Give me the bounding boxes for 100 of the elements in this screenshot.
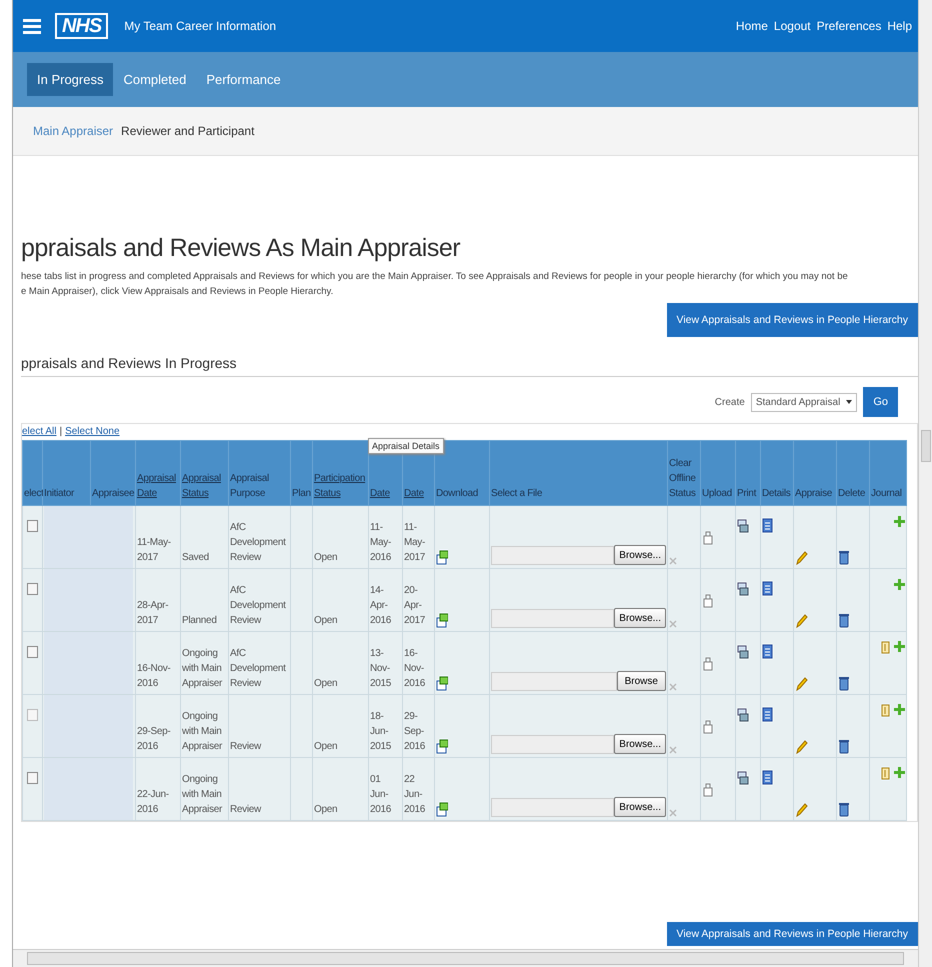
column-header: Journal — [869, 440, 906, 506]
table-cell: Review — [230, 804, 261, 815]
clipboard-icon[interactable] — [880, 767, 891, 780]
tab[interactable]: Performance — [196, 63, 291, 96]
table-cell: AfC Development Review — [230, 585, 286, 626]
browse-button[interactable]: Browse... — [614, 608, 666, 628]
file-field[interactable] — [490, 672, 617, 691]
tab[interactable]: Completed — [113, 63, 196, 96]
table-cell: 22-Jun-2016 — [136, 789, 169, 815]
column-header: Clear Offline Status — [667, 440, 700, 506]
table-cell: 11-May-2017 — [136, 537, 171, 563]
tooltip: Appraisal Details — [368, 438, 444, 454]
table-cell: Open — [314, 741, 338, 752]
checkbox[interactable] — [26, 582, 38, 594]
hierarchy-button[interactable]: View Appraisals and Reviews in People Hierarchy — [666, 922, 918, 946]
column-header[interactable]: Participation Status — [312, 440, 368, 506]
logo: NHS — [54, 13, 108, 39]
column-header: Appraisee — [90, 440, 136, 506]
select-link[interactable]: Select None — [65, 426, 120, 437]
table-cell: Open — [314, 552, 338, 563]
table-cell: Planned — [182, 615, 217, 626]
column-header: Appraise — [793, 440, 836, 506]
column-header: Print — [735, 440, 760, 506]
table-cell: 18-Jun-2015 — [370, 711, 392, 752]
trash-icon[interactable] — [838, 802, 850, 817]
list-icon[interactable] — [762, 518, 773, 533]
table-cell: Open — [314, 804, 338, 815]
trash-icon[interactable] — [838, 676, 850, 691]
description: hese tabs list in progress and completed Appraisals and Reviews for which you are the Main Appraiser. To see Appraisals and Reviews for people in your people hierarchy (for which you may not be e Main Appraiser), click View Appraisals and Reviews in People Hierarchy. — [20, 270, 849, 299]
table-cell: Ongoing with Main Appraiser — [182, 774, 222, 815]
table-cell: Saved — [182, 552, 209, 563]
browse-button[interactable]: Browse... — [614, 545, 666, 565]
table-cell: 16-Nov-2016 — [404, 648, 426, 689]
file-field[interactable] — [490, 609, 614, 628]
nav-link[interactable]: Logout — [774, 19, 811, 33]
table-cell: 13-Nov-2015 — [370, 648, 392, 689]
download-icon[interactable] — [436, 550, 448, 565]
nav-link[interactable]: Help — [887, 19, 912, 33]
horizontal-scrollbar[interactable] — [12, 949, 918, 967]
plus-icon[interactable] — [894, 767, 905, 778]
section-title: ppraisals and Reviews In Progress — [20, 355, 918, 377]
download-icon[interactable] — [436, 613, 448, 628]
table-cell: 01 Jun-2016 — [370, 774, 392, 815]
plus-icon[interactable] — [894, 516, 905, 527]
table-cell: 29-Sep-2016 — [404, 711, 426, 752]
checkbox[interactable] — [26, 772, 38, 784]
sub-tab[interactable]: Reviewer and Participant — [121, 124, 254, 138]
clipboard-icon[interactable] — [880, 641, 891, 654]
browse-button[interactable]: Browse — [616, 671, 666, 691]
column-header: Delete — [836, 440, 870, 506]
file-field[interactable] — [490, 546, 614, 565]
column-header: Select a File — [489, 440, 668, 506]
select-link[interactable]: elect All — [22, 426, 56, 437]
download-icon[interactable] — [436, 802, 448, 817]
table-cell: 14-Apr-2016 — [370, 585, 392, 626]
list-icon[interactable] — [762, 644, 773, 659]
table-cell: 28-Apr-2017 — [136, 600, 168, 626]
page-title: ppraisals and Reviews As Main Appraiser — [20, 234, 462, 263]
trash-icon[interactable] — [838, 550, 850, 565]
tab[interactable]: In Progress — [26, 63, 114, 96]
create-dropdown[interactable]: Standard Appraisal — [750, 392, 858, 412]
checkbox[interactable] — [26, 520, 38, 532]
table-cell: AfC Development Review — [230, 648, 286, 689]
column-header: Upload — [700, 440, 736, 506]
nav-link[interactable]: Home — [736, 19, 768, 33]
trash-icon[interactable] — [838, 613, 850, 628]
vertical-scrollbar[interactable] — [918, 0, 932, 967]
table-cell: 11-May-2016 — [370, 522, 392, 563]
column-header: Plan — [290, 440, 312, 506]
create-label: Create — [714, 396, 745, 408]
table-cell: 11-May-2017 — [404, 522, 426, 563]
list-icon[interactable] — [762, 581, 773, 596]
table-cell: Ongoing with Main Appraiser — [182, 648, 222, 689]
table-cell: Ongoing with Main Appraiser — [182, 711, 222, 752]
column-header: elect — [22, 440, 42, 506]
table-cell: Open — [314, 615, 338, 626]
nav-link[interactable]: Preferences — [816, 19, 882, 33]
checkbox[interactable] — [26, 646, 38, 658]
app-title: My Team Career Information — [124, 19, 276, 33]
column-header[interactable]: Appraisal Status — [180, 440, 228, 506]
column-header[interactable]: Appraisal Date — [135, 440, 180, 506]
sub-tab[interactable]: Main Appraiser — [32, 124, 114, 138]
plus-icon[interactable] — [894, 641, 905, 652]
download-icon[interactable] — [436, 676, 448, 691]
column-header: Appraisal Purpose — [228, 440, 290, 506]
list-icon[interactable] — [762, 770, 773, 785]
table-cell: AfC Development Review — [230, 522, 286, 563]
column-header: Details — [760, 440, 794, 506]
go-button[interactable]: Go — [863, 387, 898, 417]
table-cell: Review — [230, 741, 261, 752]
plus-icon[interactable] — [894, 579, 905, 590]
column-header: Initiator — [42, 440, 90, 506]
hierarchy-button[interactable]: View Appraisals and Reviews in People Hierarchy — [666, 303, 918, 337]
link-separator: | — [59, 426, 62, 437]
file-field[interactable] — [490, 798, 614, 817]
browse-button[interactable]: Browse... — [614, 797, 666, 817]
caret-icon[interactable] — [846, 400, 852, 404]
table-cell: 22 Jun-2016 — [404, 774, 426, 815]
menu-icon[interactable] — [22, 18, 41, 34]
table-cell: 16-Nov-2016 — [136, 663, 170, 689]
